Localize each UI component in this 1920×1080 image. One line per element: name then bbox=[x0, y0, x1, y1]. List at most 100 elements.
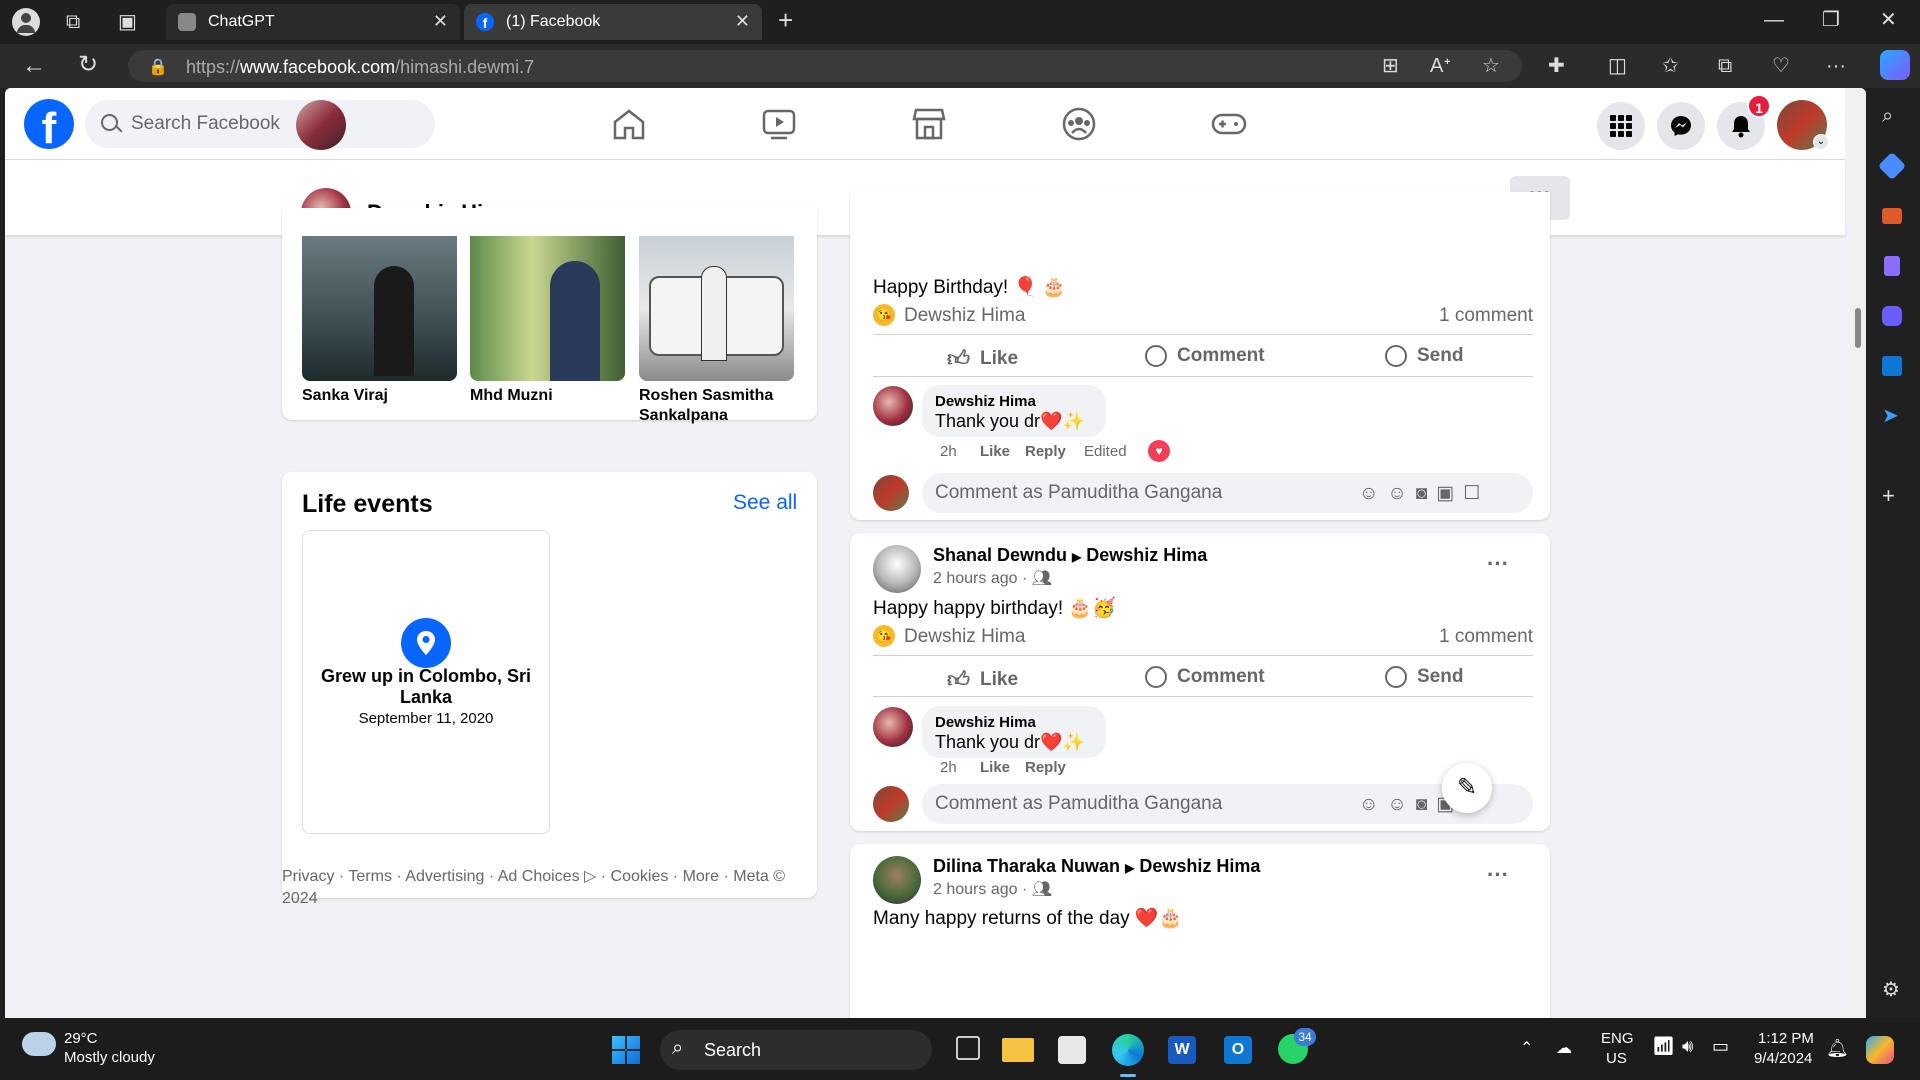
reactor-name[interactable]: Dewshiz Hima bbox=[904, 305, 1025, 327]
new-tab-icon[interactable]: + bbox=[778, 7, 793, 33]
my-avatar[interactable] bbox=[873, 475, 909, 511]
comment-button[interactable]: Comment bbox=[1145, 345, 1265, 367]
close-tab-icon[interactable]: ✕ bbox=[433, 11, 448, 32]
tab-chatgpt[interactable]: ChatGPT ✕ bbox=[166, 4, 460, 40]
shopping-icon[interactable] bbox=[1877, 151, 1907, 181]
comment-count[interactable]: 1 comment bbox=[1425, 305, 1533, 327]
outlook-icon[interactable] bbox=[1882, 356, 1902, 376]
profile-avatar[interactable] bbox=[296, 100, 346, 150]
profile-icon[interactable] bbox=[12, 8, 40, 36]
groups-icon[interactable] bbox=[1059, 106, 1099, 142]
volume-icon[interactable]: 🔊︎ bbox=[1682, 1036, 1693, 1057]
url-text[interactable]: https://www.facebook.com/himashi.dewmi.7 bbox=[186, 57, 534, 78]
read-aloud-icon[interactable]: Aᐩ bbox=[1430, 56, 1451, 76]
reply-time[interactable]: 2h bbox=[940, 759, 957, 776]
reply-reply-link[interactable]: Reply bbox=[1025, 759, 1066, 776]
outlook-icon[interactable]: O bbox=[1224, 1036, 1252, 1064]
friend-photo[interactable] bbox=[302, 236, 457, 381]
facebook-logo[interactable]: f bbox=[24, 99, 74, 149]
reactor-name[interactable]: Dewshiz Hima bbox=[904, 626, 1025, 648]
footer-links[interactable]: Privacy · Terms · Advertising · Ad Choic… bbox=[282, 866, 802, 910]
sidebar-settings-icon[interactable]: ⚙ bbox=[1882, 980, 1900, 1000]
home-icon[interactable] bbox=[609, 106, 649, 142]
gaming-icon[interactable] bbox=[1209, 106, 1249, 142]
my-avatar[interactable] bbox=[873, 786, 909, 822]
copilot-taskbar-icon[interactable] bbox=[1866, 1036, 1894, 1064]
settings-more-icon[interactable]: ··· bbox=[1826, 56, 1846, 76]
collections-icon[interactable]: ⧉ bbox=[1718, 56, 1732, 76]
app-available-icon[interactable]: ⊞ bbox=[1382, 56, 1399, 76]
add-sidebar-icon[interactable]: + bbox=[1882, 485, 1895, 507]
watch-icon[interactable] bbox=[759, 106, 799, 142]
browser-essentials-icon[interactable]: ♡ bbox=[1772, 56, 1790, 76]
friend-photo[interactable] bbox=[470, 236, 625, 381]
reply-like-link[interactable]: Like bbox=[980, 443, 1010, 460]
word-icon[interactable]: W bbox=[1168, 1036, 1196, 1064]
send-button[interactable]: Send bbox=[1385, 666, 1463, 688]
reply-like-link[interactable]: Like bbox=[980, 759, 1010, 776]
comment-tools-icons[interactable]: ☺☺◙▣☐ bbox=[1359, 482, 1489, 505]
weather-icon[interactable] bbox=[22, 1032, 56, 1056]
commenter-avatar[interactable] bbox=[873, 386, 913, 426]
start-button[interactable] bbox=[612, 1036, 640, 1064]
chevron-down-icon[interactable]: ⌄ bbox=[1813, 134, 1829, 150]
search-facebook-input[interactable]: Search Facebook bbox=[85, 100, 435, 148]
battery-icon[interactable]: ▭ bbox=[1712, 1036, 1729, 1057]
tab-actions-icon[interactable]: ▣ bbox=[118, 12, 137, 32]
extensions-icon[interactable]: ✚ bbox=[1548, 56, 1565, 76]
reply-reply-link[interactable]: Reply bbox=[1025, 443, 1066, 460]
friend-photo[interactable] bbox=[639, 236, 794, 381]
store-icon[interactable] bbox=[1058, 1036, 1086, 1064]
menu-grid-button[interactable] bbox=[1597, 102, 1645, 150]
window-close-icon[interactable]: ✕ bbox=[1880, 10, 1897, 30]
clock-time[interactable]: 1:12 PM bbox=[1758, 1030, 1814, 1047]
author-avatar[interactable] bbox=[873, 545, 921, 593]
close-tab-icon[interactable]: ✕ bbox=[735, 11, 750, 32]
page-scrollbar[interactable] bbox=[1850, 88, 1866, 1018]
reply-author[interactable]: Dewshiz Hima bbox=[935, 393, 1036, 410]
task-view-icon[interactable] bbox=[956, 1036, 980, 1060]
wifi-icon[interactable]: 📶︎ bbox=[1652, 1036, 1675, 1057]
messenger-button[interactable] bbox=[1657, 102, 1705, 150]
onedrive-icon[interactable]: ☁ bbox=[1556, 1038, 1572, 1058]
post-time[interactable]: 2 hours ago · 👥︎ bbox=[933, 879, 1052, 899]
send-button[interactable]: Send bbox=[1385, 345, 1463, 367]
new-message-button[interactable]: ✎ bbox=[1442, 763, 1492, 813]
games-icon[interactable] bbox=[1884, 256, 1900, 276]
language-line1[interactable]: ENG bbox=[1601, 1030, 1634, 1047]
microsoft-365-icon[interactable] bbox=[1882, 306, 1902, 326]
language-line2[interactable]: US bbox=[1606, 1050, 1627, 1067]
commenter-avatar[interactable] bbox=[873, 707, 913, 747]
reply-time[interactable]: 2h bbox=[940, 443, 957, 460]
send-icon[interactable]: ➤ bbox=[1882, 406, 1899, 426]
maximize-icon[interactable]: ❐ bbox=[1822, 10, 1840, 30]
like-button[interactable]: 👍︎ Like bbox=[947, 666, 1018, 693]
like-button[interactable]: 👍︎ Like bbox=[947, 345, 1018, 372]
author-avatar[interactable] bbox=[873, 856, 921, 904]
comment-button[interactable]: Comment bbox=[1145, 666, 1265, 688]
notification-bell-icon[interactable]: 🔔︎ bbox=[1826, 1038, 1849, 1059]
friend-name[interactable]: Sanka Viraj bbox=[302, 386, 457, 406]
split-screen-icon[interactable]: ◫ bbox=[1608, 56, 1627, 76]
favorites-icon[interactable]: ✩ bbox=[1662, 56, 1679, 76]
copilot-icon[interactable] bbox=[1880, 50, 1910, 80]
taskbar-search[interactable] bbox=[660, 1030, 932, 1070]
comment-count[interactable]: 1 comment bbox=[1425, 626, 1533, 648]
scrollbar-thumb[interactable] bbox=[1855, 308, 1861, 348]
edge-icon[interactable] bbox=[1112, 1034, 1144, 1066]
search-icon[interactable]: ⌕ bbox=[1882, 106, 1893, 126]
see-all-link[interactable]: See all bbox=[733, 491, 797, 515]
favorite-star-icon[interactable]: ☆ bbox=[1482, 56, 1500, 76]
back-icon[interactable]: ← bbox=[22, 54, 46, 78]
marketplace-icon[interactable] bbox=[909, 106, 949, 142]
weather-temp[interactable]: 29°C bbox=[64, 1030, 98, 1047]
post-options-icon[interactable]: ··· bbox=[1487, 551, 1509, 577]
post-time[interactable]: 2 hours ago · 👥︎ bbox=[933, 568, 1052, 588]
tools-icon[interactable] bbox=[1882, 208, 1902, 224]
weather-condition[interactable]: Mostly cloudy bbox=[64, 1049, 155, 1066]
friend-name[interactable]: Mhd Muzni bbox=[470, 386, 625, 406]
post-options-icon[interactable]: ··· bbox=[1487, 862, 1509, 888]
reply-author[interactable]: Dewshiz Hima bbox=[935, 714, 1036, 731]
tab-facebook[interactable]: f (1) Facebook ✕ bbox=[464, 4, 762, 40]
post-author[interactable]: Dilina Tharaka Nuwan ▶ Dewshiz Hima bbox=[933, 856, 1260, 877]
